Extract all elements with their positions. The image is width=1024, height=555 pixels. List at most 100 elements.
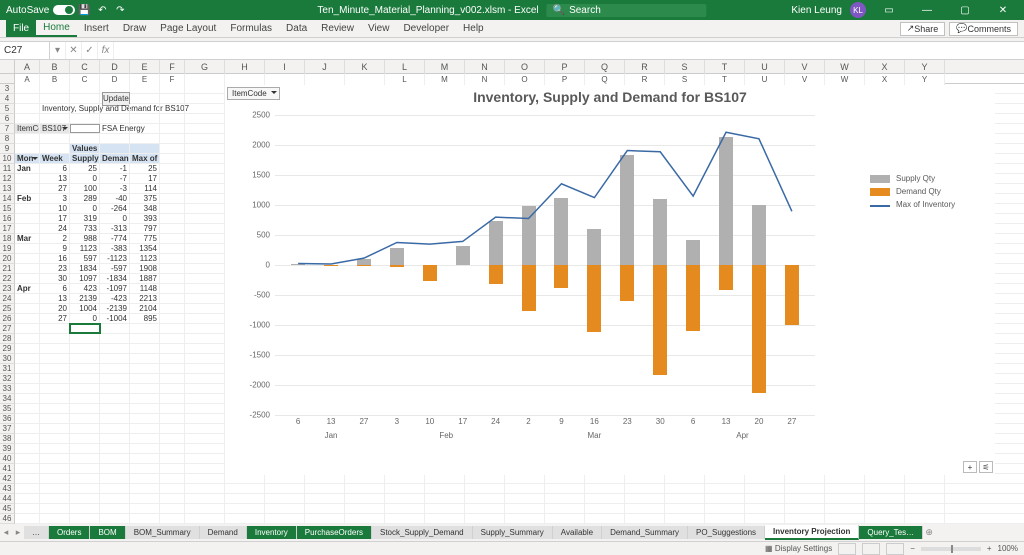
undo-icon[interactable]: ↶ [95, 3, 109, 17]
row-header-32[interactable]: 32 [0, 374, 15, 384]
chart-plus-icon[interactable]: + [963, 461, 977, 473]
name-box-dropdown-icon[interactable]: ▾ [50, 42, 66, 59]
cell-C22[interactable]: 1097 [70, 274, 100, 283]
row-header-6[interactable]: 6 [0, 114, 15, 124]
cell-C25[interactable]: 1004 [70, 304, 100, 313]
cell-A14[interactable]: Feb [15, 194, 40, 203]
row-header-14[interactable]: 14 [0, 194, 15, 204]
sheet-tab-bom-summary[interactable]: BOM_Summary [126, 526, 200, 539]
ribbon-options-icon[interactable]: ▭ [874, 0, 904, 20]
row-header-19[interactable]: 19 [0, 244, 15, 254]
cell-E11[interactable]: 25 [130, 164, 160, 173]
col-header-T[interactable]: T [705, 60, 745, 74]
row-header-38[interactable]: 38 [0, 434, 15, 444]
sheet-tab-po-suggestions[interactable]: PO_Suggestions [688, 526, 765, 539]
ribbon-tab-help[interactable]: Help [456, 20, 491, 37]
cell-D17[interactable]: -313 [100, 224, 130, 233]
ribbon-tab-page-layout[interactable]: Page Layout [153, 20, 223, 37]
ribbon-tab-view[interactable]: View [361, 20, 397, 37]
chart-plot-area[interactable]: -2500-2000-1500-1000-5000500100015002000… [275, 115, 815, 415]
row-header-7[interactable]: 7 [0, 124, 15, 134]
row-header-18[interactable]: 18 [0, 234, 15, 244]
row-headers[interactable]: 3456789101112131415161718192021222324252… [0, 84, 15, 524]
row-header-11[interactable]: 11 [0, 164, 15, 174]
cell-E17[interactable]: 797 [130, 224, 160, 233]
cell-C26[interactable]: 0 [70, 314, 100, 323]
cell-D7[interactable]: FSA Energy [100, 124, 130, 133]
legend-demand-qty[interactable]: Demand Qty [870, 187, 990, 196]
maximize-icon[interactable]: ▢ [950, 0, 980, 20]
row-header-21[interactable]: 21 [0, 264, 15, 274]
cell-D21[interactable]: -597 [100, 264, 130, 273]
row-header-34[interactable]: 34 [0, 394, 15, 404]
sheet-tab-demand[interactable]: Demand [200, 526, 247, 539]
row-header-15[interactable]: 15 [0, 204, 15, 214]
col-header-S[interactable]: S [665, 60, 705, 74]
cell-E15[interactable]: 348 [130, 204, 160, 213]
cell-B21[interactable]: 23 [40, 264, 70, 273]
cancel-formula-icon[interactable]: ✕ [66, 42, 82, 59]
sheet-nav-prev-icon[interactable]: ◂ [0, 524, 12, 541]
cell-E16[interactable]: 393 [130, 214, 160, 223]
sheet-nav-next-icon[interactable]: ▸ [12, 524, 24, 541]
col-header-N[interactable]: N [465, 60, 505, 74]
cell-E9[interactable] [130, 144, 160, 153]
row-header-8[interactable]: 8 [0, 134, 15, 144]
ribbon-tab-developer[interactable]: Developer [396, 20, 456, 37]
cell-E20[interactable]: 1123 [130, 254, 160, 263]
redo-icon[interactable]: ↷ [113, 3, 127, 17]
col-header-W[interactable]: W [825, 60, 865, 74]
cell-D11[interactable]: -1 [100, 164, 130, 173]
zoom-level[interactable]: 100% [998, 544, 1018, 553]
col-header-L[interactable]: L [385, 60, 425, 74]
row-header-43[interactable]: 43 [0, 484, 15, 494]
cell-C16[interactable]: 319 [70, 214, 100, 223]
sheet-tab-available[interactable]: Available [553, 526, 602, 539]
cell-E18[interactable]: 775 [130, 234, 160, 243]
cell-E21[interactable]: 1908 [130, 264, 160, 273]
ribbon-tab-formulas[interactable]: Formulas [223, 20, 279, 37]
row-header-9[interactable]: 9 [0, 144, 15, 154]
row-header-13[interactable]: 13 [0, 184, 15, 194]
row-header-30[interactable]: 30 [0, 354, 15, 364]
cell-C20[interactable]: 597 [70, 254, 100, 263]
col-header-O[interactable]: O [505, 60, 545, 74]
col-header-P[interactable]: P [545, 60, 585, 74]
cell-B10[interactable]: Week [40, 154, 70, 163]
row-header-39[interactable]: 39 [0, 444, 15, 454]
sheet-tab-supply-summary[interactable]: Supply_Summary [473, 526, 553, 539]
cell-D23[interactable]: -1097 [100, 284, 130, 293]
row-header-27[interactable]: 27 [0, 324, 15, 334]
cell-C21[interactable]: 1834 [70, 264, 100, 273]
row-header-5[interactable]: 5 [0, 104, 15, 114]
col-header-B[interactable]: B [40, 60, 70, 74]
row-header-26[interactable]: 26 [0, 314, 15, 324]
col-header-F[interactable]: F [160, 60, 185, 74]
ribbon-tab-data[interactable]: Data [279, 20, 314, 37]
enter-formula-icon[interactable]: ✓ [82, 42, 98, 59]
cell-C18[interactable]: 988 [70, 234, 100, 243]
avatar[interactable]: KL [850, 2, 866, 18]
row-header-10[interactable]: 10 [0, 154, 15, 164]
cell-C15[interactable]: 0 [70, 204, 100, 213]
cell-B13[interactable]: 27 [40, 184, 70, 193]
chart-filter-icon[interactable]: ⚟ [979, 461, 993, 473]
sheet-tab-inventory[interactable]: Inventory [247, 526, 297, 539]
cell-D20[interactable]: -1123 [100, 254, 130, 263]
row-header-44[interactable]: 44 [0, 494, 15, 504]
row-header-17[interactable]: 17 [0, 224, 15, 234]
col-header-D[interactable]: D [100, 60, 130, 74]
worksheet-grid[interactable]: ABCDEFGHIJKLMNOPQRSTUVWXY ABCDEFLMNOPQRS… [0, 60, 1024, 523]
cell-D15[interactable]: -264 [100, 204, 130, 213]
row-header-35[interactable]: 35 [0, 404, 15, 414]
cell-B12[interactable]: 13 [40, 174, 70, 183]
sheet-tab-purchaseorders[interactable]: PurchaseOrders [297, 526, 372, 539]
cell-C10[interactable]: Supply Qt [70, 154, 100, 163]
cell-E26[interactable]: 895 [130, 314, 160, 323]
sheet-tab-query-tes-[interactable]: Query_Tes… [859, 526, 923, 539]
cell-B14[interactable]: 3 [40, 194, 70, 203]
col-header-Q[interactable]: Q [585, 60, 625, 74]
line-inventory[interactable] [275, 115, 815, 415]
zoom-out-icon[interactable]: − [910, 544, 915, 553]
cell-B17[interactable]: 24 [40, 224, 70, 233]
